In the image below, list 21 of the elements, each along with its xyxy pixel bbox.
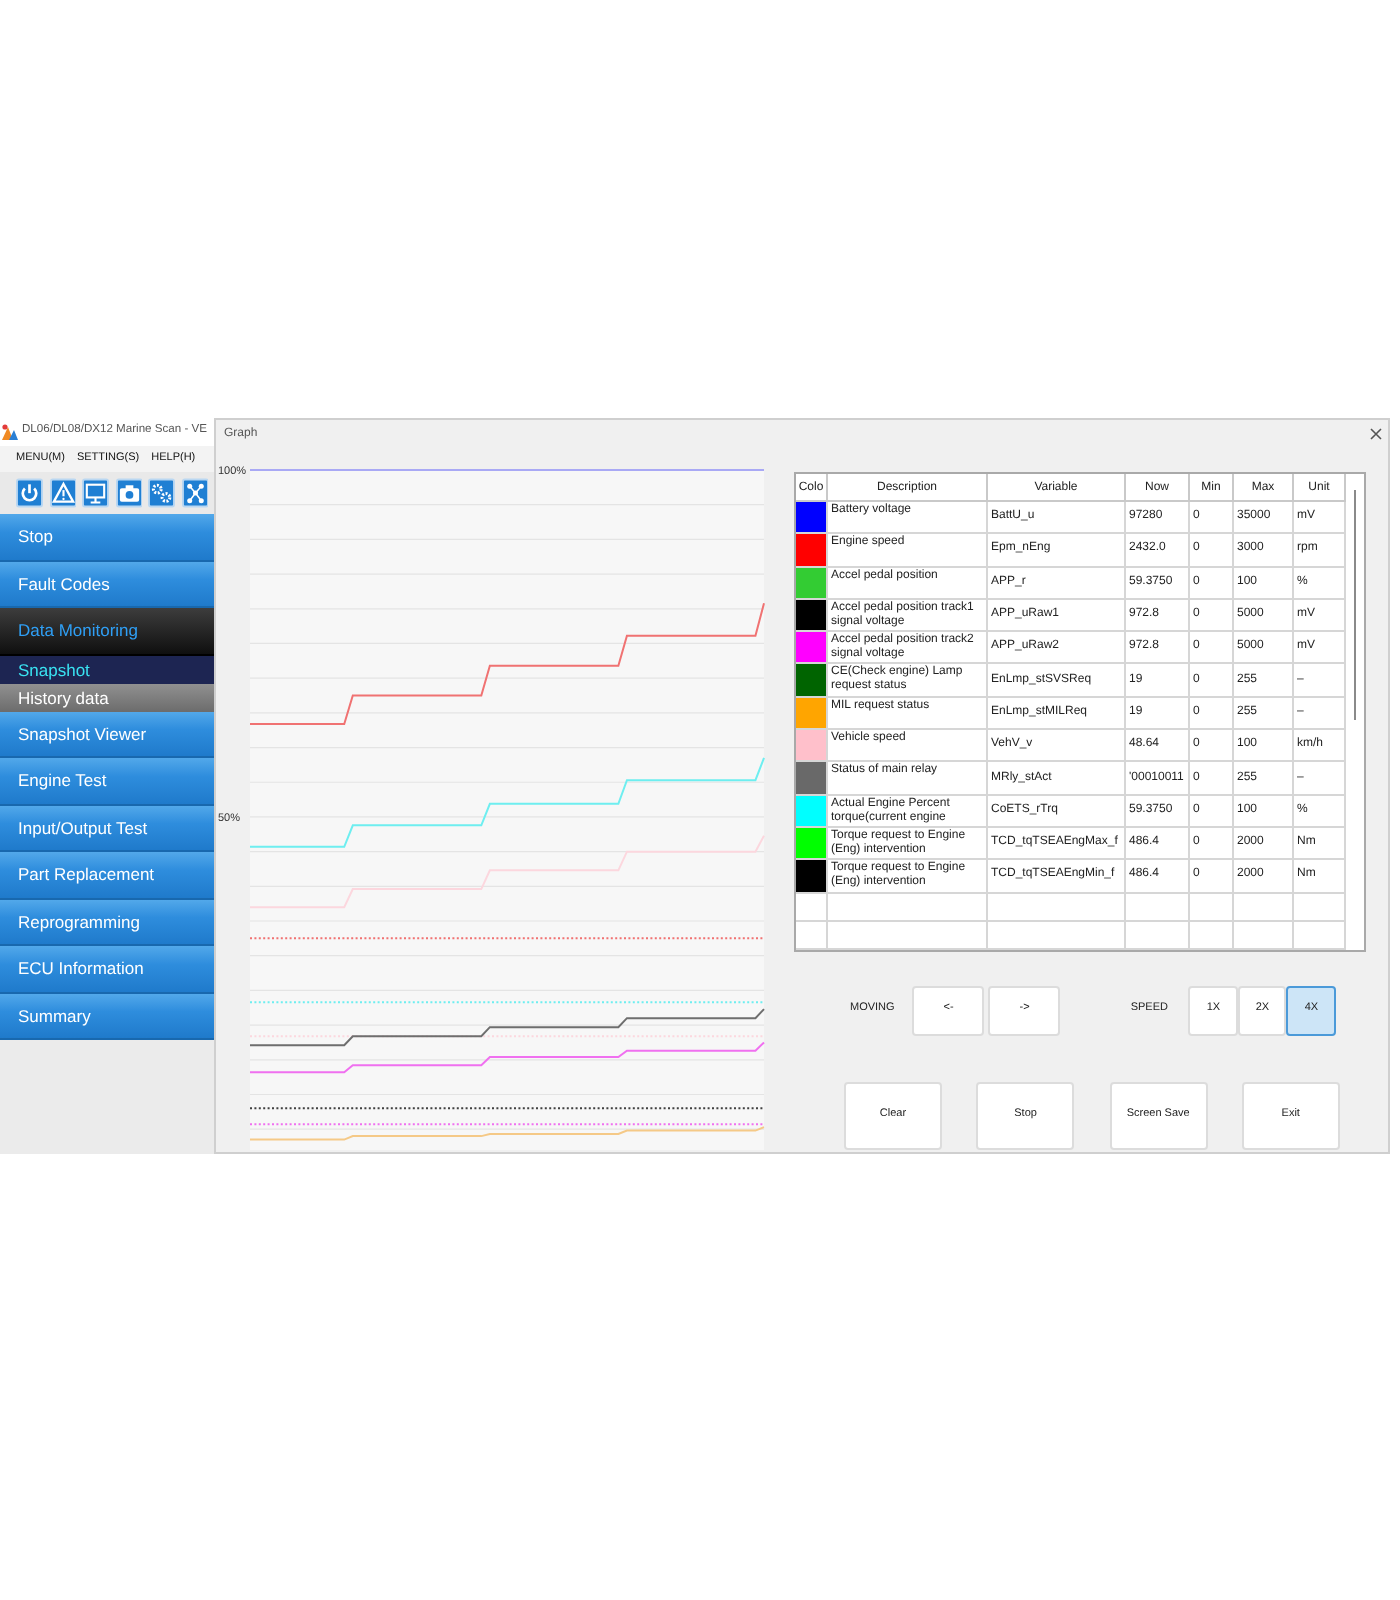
gears-icon[interactable] bbox=[148, 478, 175, 508]
scrollbar-thumb[interactable] bbox=[1353, 490, 1357, 720]
close-icon[interactable] bbox=[1370, 428, 1382, 440]
monitor-icon[interactable] bbox=[82, 478, 109, 508]
sidebar-subitem[interactable]: History data bbox=[0, 683, 214, 711]
sidebar-item[interactable]: Reprogramming bbox=[0, 899, 214, 946]
warning-icon[interactable] bbox=[49, 478, 76, 508]
app-icon bbox=[2, 424, 18, 440]
sidebar-item[interactable]: Summary bbox=[0, 993, 214, 1040]
sidebar-item[interactable]: Input/Output Test bbox=[0, 805, 214, 852]
sidebar-item[interactable]: Snapshot Viewer bbox=[0, 711, 214, 758]
sidebar-subitem[interactable]: Snapshot bbox=[0, 655, 214, 683]
sidebar-item[interactable]: Data Monitoring bbox=[0, 608, 214, 655]
power-icon[interactable] bbox=[16, 478, 43, 508]
sidebar-item[interactable]: Stop bbox=[0, 514, 214, 561]
sidebar-item[interactable]: Fault Codes bbox=[0, 561, 214, 608]
sidebar-item[interactable]: ECU Information bbox=[0, 946, 214, 993]
camera-icon[interactable] bbox=[115, 478, 142, 508]
sidebar-item[interactable]: Engine Test bbox=[0, 758, 214, 805]
network-icon[interactable] bbox=[181, 478, 208, 508]
sidebar-item[interactable]: Part Replacement bbox=[0, 852, 214, 899]
